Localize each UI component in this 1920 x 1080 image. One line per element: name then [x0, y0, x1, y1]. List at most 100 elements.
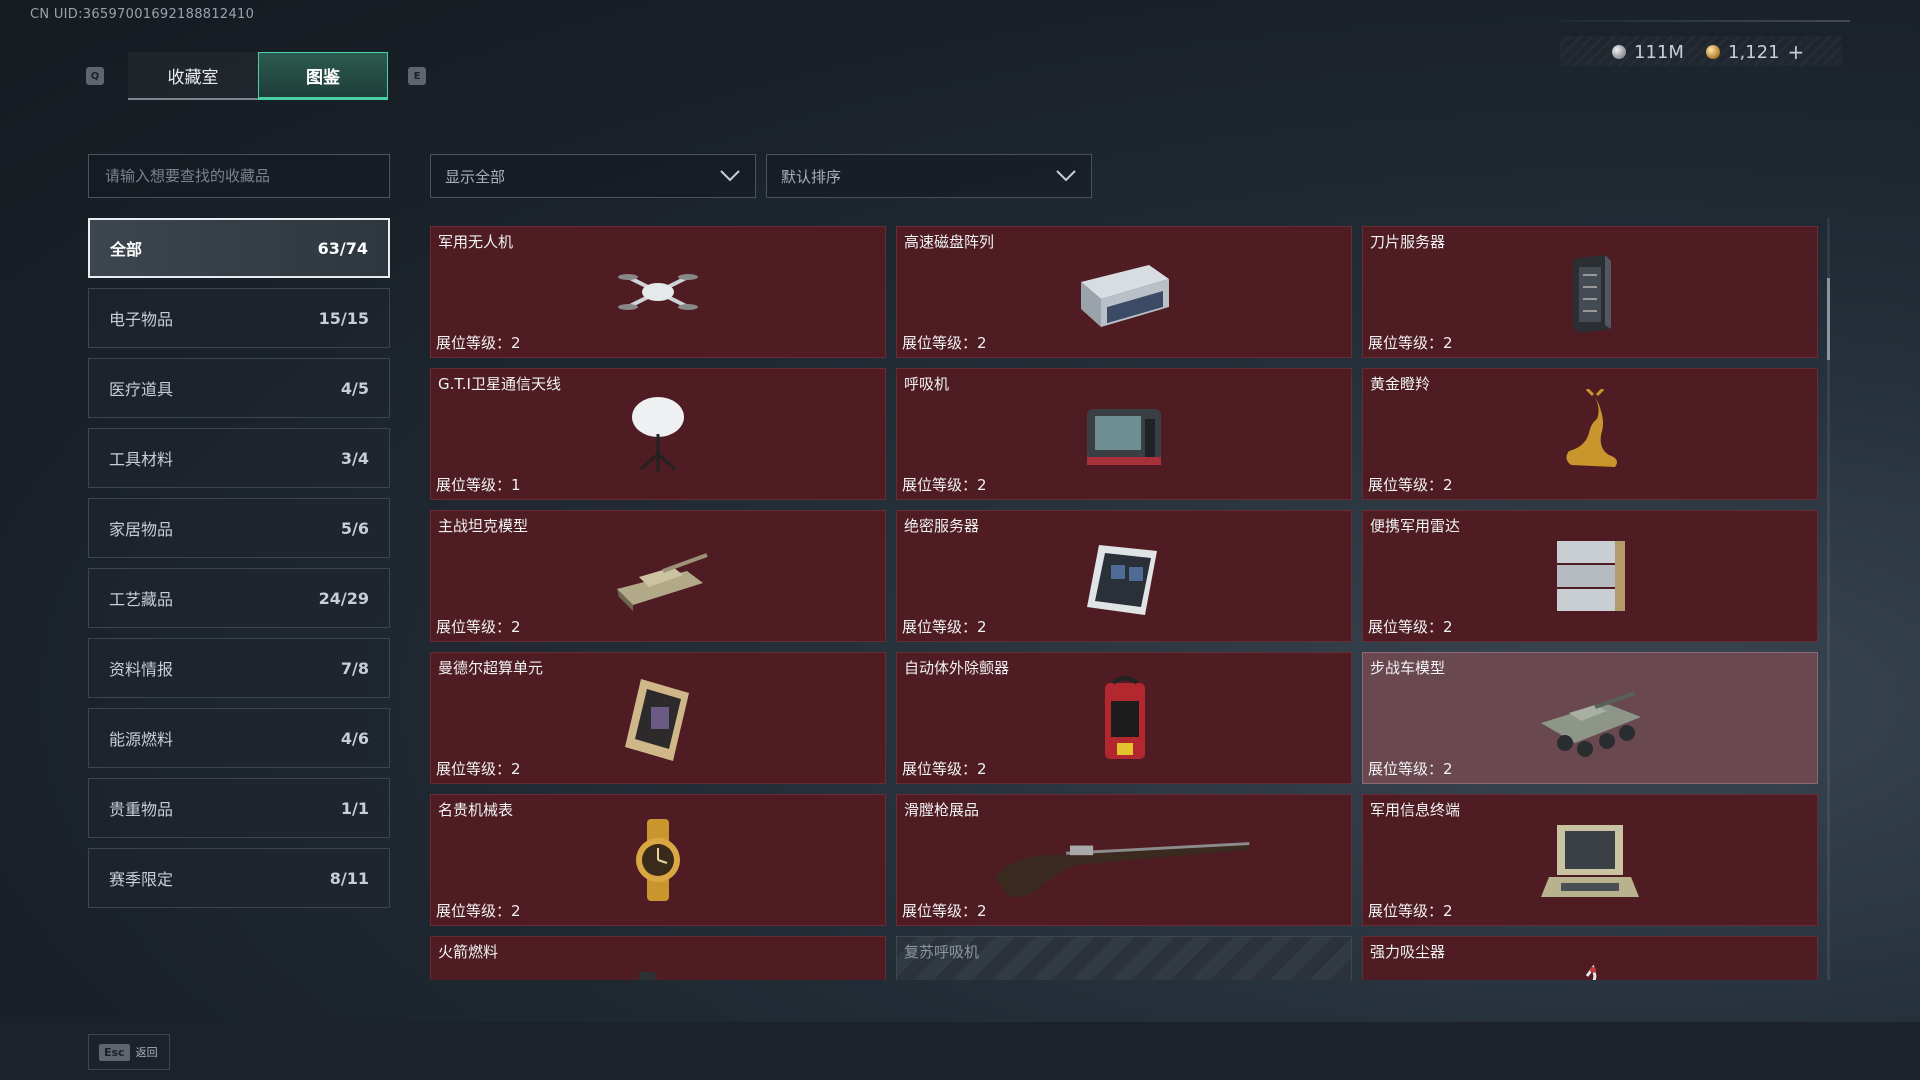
key-hint-prev-tab: Q: [86, 67, 104, 85]
item-card[interactable]: 强力吸尘器: [1362, 936, 1818, 980]
item-level: 展位等级：2: [902, 618, 987, 636]
item-card[interactable]: 火箭燃料: [430, 936, 886, 980]
item-name: 滑膛枪展品: [904, 801, 980, 819]
item-level: 展位等级：2: [1368, 334, 1453, 352]
category-label: 医疗道具: [109, 380, 174, 399]
item-card[interactable]: 主战坦克模型 展位等级：2: [430, 510, 886, 642]
item-card[interactable]: 绝密服务器 展位等级：2: [896, 510, 1352, 642]
item-grid: 军用无人机 展位等级：2 高速磁盘阵列 展位等级：2 刀片服务器 展位等级：2: [430, 226, 1820, 980]
item-card[interactable]: 滑膛枪展品 展位等级：2: [896, 794, 1352, 926]
key-hint-next-tab: E: [408, 67, 426, 85]
defibrillator-icon: [1105, 676, 1145, 759]
category-label: 赛季限定: [109, 870, 174, 889]
item-level: 展位等级：2: [902, 334, 987, 352]
category-seasonal[interactable]: 赛季限定 8/11: [88, 848, 390, 908]
display-filter-dropdown[interactable]: 显示全部: [430, 154, 756, 198]
item-level: 展位等级：2: [1368, 760, 1453, 778]
item-card[interactable]: 曼德尔超算单元 展位等级：2: [430, 652, 886, 784]
item-name: 步战车模型: [1370, 659, 1446, 677]
item-name: 主战坦克模型: [438, 517, 529, 535]
item-name: 军用信息终端: [1370, 801, 1461, 819]
item-card[interactable]: 名贵机械表 展位等级：2: [430, 794, 886, 926]
category-tools[interactable]: 工具材料 3/4: [88, 428, 390, 488]
grid-scrollbar-thumb[interactable]: [1827, 278, 1830, 360]
back-button[interactable]: Esc 返回: [88, 1034, 170, 1070]
category-count: 8/11: [329, 868, 369, 888]
item-name: 绝密服务器: [904, 517, 980, 535]
ventilator-icon: [1087, 409, 1161, 465]
category-household[interactable]: 家居物品 5/6: [88, 498, 390, 558]
category-all[interactable]: 全部 63/74: [88, 218, 390, 278]
category-label: 电子物品: [109, 310, 174, 329]
search-input[interactable]: [88, 154, 390, 198]
item-card[interactable]: G.T.I卫星通信天线 展位等级：1: [430, 368, 886, 500]
item-card[interactable]: 呼吸机 展位等级：2: [896, 368, 1352, 500]
item-level: 展位等级：2: [1368, 902, 1453, 920]
category-label: 全部: [110, 240, 143, 259]
category-valuables[interactable]: 贵重物品 1/1: [88, 778, 390, 838]
category-label: 资料情报: [109, 660, 174, 679]
category-label: 工艺藏品: [109, 590, 174, 609]
sort-value: 默认排序: [781, 167, 842, 186]
item-card[interactable]: 便携军用雷达 展位等级：2: [1362, 510, 1818, 642]
item-level: 展位等级：2: [436, 760, 521, 778]
item-card[interactable]: 步战车模型 展位等级：2: [1362, 652, 1818, 784]
item-name: 呼吸机: [904, 375, 950, 393]
category-label: 家居物品: [109, 520, 174, 539]
esc-key-hint: Esc: [99, 1043, 130, 1061]
drone-icon: [618, 274, 698, 310]
category-intel[interactable]: 资料情报 7/8: [88, 638, 390, 698]
item-card[interactable]: 军用无人机 展位等级：2: [430, 226, 886, 358]
item-name: 曼德尔超算单元: [438, 659, 544, 677]
item-level: 展位等级：2: [902, 476, 987, 494]
display-filter-value: 显示全部: [445, 167, 506, 186]
item-grid-viewport: 军用无人机 展位等级：2 高速磁盘阵列 展位等级：2 刀片服务器 展位等级：2: [430, 226, 1820, 980]
item-card[interactable]: 军用信息终端 展位等级：2: [1362, 794, 1818, 926]
fuel-can-icon: [639, 972, 655, 980]
category-medical[interactable]: 医疗道具 4/5: [88, 358, 390, 418]
item-name: 名贵机械表: [438, 801, 514, 819]
vacuum-icon: [1585, 964, 1597, 980]
category-count: 24/29: [318, 588, 369, 608]
tank-model-icon: [617, 553, 708, 611]
category-count: 63/74: [317, 238, 368, 258]
item-name: G.T.I卫星通信天线: [438, 375, 561, 393]
category-count: 3/4: [340, 448, 369, 468]
item-level: 展位等级：2: [1368, 476, 1453, 494]
watch-icon: [636, 819, 680, 901]
secret-server-icon: [1087, 545, 1157, 615]
item-level: 展位等级：2: [902, 760, 987, 778]
category-count: 4/6: [340, 728, 369, 748]
item-card[interactable]: 黄金瞪羚 展位等级：2: [1362, 368, 1818, 500]
item-name: 军用无人机: [438, 233, 514, 251]
category-crafts[interactable]: 工艺藏品 24/29: [88, 568, 390, 628]
category-count: 7/8: [340, 658, 369, 678]
blade-server-icon: [1573, 255, 1611, 333]
disk-array-icon: [1081, 265, 1169, 327]
tab-bar: 收藏室 图鉴: [128, 52, 388, 100]
chevron-down-icon: [1056, 170, 1076, 182]
tab-codex[interactable]: 图鉴: [258, 52, 388, 100]
sort-dropdown[interactable]: 默认排序: [766, 154, 1092, 198]
item-card[interactable]: 高速磁盘阵列 展位等级：2: [896, 226, 1352, 358]
silver-currency: 111M: [1612, 40, 1684, 64]
item-level: 展位等级：2: [436, 618, 521, 636]
item-card[interactable]: 复苏呼吸机: [896, 936, 1352, 980]
terminal-icon: [1541, 825, 1639, 897]
uid-label: CN UID:36597001692188812410: [30, 7, 255, 22]
bottom-bar: [0, 1022, 1920, 1080]
tab-collection-room[interactable]: 收藏室: [128, 52, 258, 100]
item-card[interactable]: 刀片服务器 展位等级：2: [1362, 226, 1818, 358]
category-label: 能源燃料: [109, 730, 174, 749]
item-name: 强力吸尘器: [1370, 943, 1446, 961]
add-currency-button[interactable]: +: [1788, 40, 1805, 64]
satellite-antenna-icon: [632, 397, 684, 473]
category-count: 5/6: [340, 518, 369, 538]
item-card[interactable]: 自动体外除颤器 展位等级：2: [896, 652, 1352, 784]
category-energy[interactable]: 能源燃料 4/6: [88, 708, 390, 768]
category-electronics[interactable]: 电子物品 15/15: [88, 288, 390, 348]
item-level: 展位等级：2: [1368, 618, 1453, 636]
item-level: 展位等级：2: [436, 334, 521, 352]
item-name: 高速磁盘阵列: [904, 233, 995, 251]
musket-icon: [994, 842, 1250, 897]
